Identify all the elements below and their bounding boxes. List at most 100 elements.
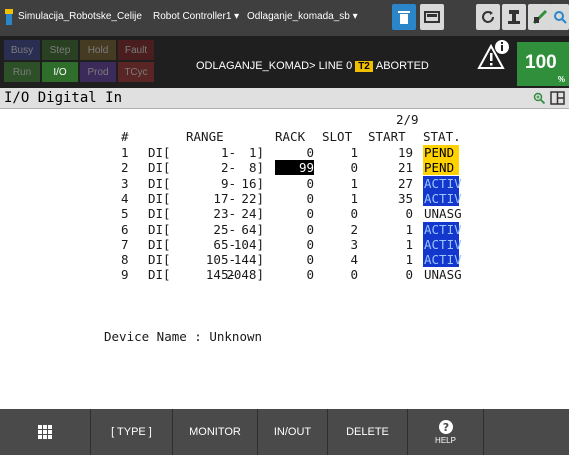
cell-rack[interactable]: 0 (275, 176, 314, 191)
cell-slot[interactable]: 0 (325, 160, 358, 175)
delete-program-button[interactable] (392, 4, 416, 30)
cell-range-to: 16] (241, 175, 264, 191)
cell-range-to: 104] (233, 236, 264, 252)
device-name: Device Name : Unknown (104, 329, 263, 344)
header-slot: SLOT (322, 129, 353, 144)
hold-indicator: Hold (80, 40, 116, 60)
function-key-bar: [ TYPE ] MONITOR IN/OUT DELETE ? HELP (0, 409, 569, 455)
cell-rack[interactable]: 0 (275, 267, 314, 282)
cell-slot[interactable]: 3 (325, 237, 358, 252)
cell-rack[interactable]: 0 (275, 191, 314, 206)
menu-button[interactable] (0, 409, 91, 455)
delete-button[interactable]: DELETE (328, 409, 408, 455)
cell-type: DI[ (148, 145, 171, 160)
cell-slot[interactable]: 0 (325, 267, 358, 282)
refresh-button[interactable] (476, 4, 500, 30)
cell-rack[interactable]: 0 (275, 145, 314, 160)
tcyc-indicator: TCyc (118, 62, 154, 82)
override-unit: % (557, 75, 565, 84)
cell-rack[interactable]: 0 (275, 237, 314, 252)
cell-slot[interactable]: 4 (325, 252, 358, 267)
cell-type: DI[ (148, 221, 171, 237)
cell-slot[interactable]: 1 (325, 145, 358, 160)
cell-rack-selected[interactable]: 99 (275, 160, 314, 176)
in-out-button[interactable]: IN/OUT (258, 409, 328, 455)
program-line-text: ODLAGANJE_KOMAD> LINE 0 (196, 60, 353, 72)
robot-button[interactable] (502, 4, 526, 30)
status-badge: PEND (423, 160, 459, 176)
status-badge: ACTIV (423, 221, 462, 237)
warning-info-icon[interactable] (476, 38, 510, 75)
header-rack: RACK (275, 129, 306, 144)
cell-type: DI[ (148, 175, 171, 191)
cell-num: 8 (121, 252, 129, 268)
cell-start[interactable]: 1 (368, 237, 413, 252)
chevron-down-icon: ▾ (352, 11, 358, 22)
cell-num: 1 (121, 145, 129, 160)
cell-range-to: 24] (241, 206, 264, 222)
status-badge: ACTIV (423, 236, 462, 252)
cell-rack[interactable]: 0 (275, 206, 314, 221)
title-bar: I/O Digital In (0, 88, 569, 109)
header-num: # (121, 129, 129, 144)
cell-type: DI[ (148, 252, 171, 268)
search-button[interactable] (550, 4, 569, 30)
cell-start[interactable]: 1 (368, 252, 413, 267)
status-badge: ACTIV (423, 252, 462, 268)
cell-num: 2 (121, 160, 129, 176)
cell-start[interactable]: 0 (368, 206, 413, 221)
empty-function-key[interactable] (484, 409, 569, 455)
help-label: HELP (435, 436, 456, 445)
cell-type: DI[ (148, 160, 171, 176)
speed-override[interactable]: 100 % (517, 42, 569, 86)
cell-slot[interactable]: 2 (325, 222, 358, 237)
cell-slot[interactable]: 0 (325, 206, 358, 221)
prod-indicator: Prod (80, 62, 116, 82)
refresh-icon (482, 11, 494, 23)
status-badge: UNASG (424, 267, 462, 283)
cell-num: 9 (121, 267, 129, 283)
step-indicator: Step (42, 40, 78, 60)
cell-type: DI[ (148, 206, 171, 222)
cell-start[interactable]: 21 (368, 160, 413, 175)
cell-num: 6 (121, 221, 129, 237)
cell-slot[interactable]: 1 (325, 191, 358, 206)
cell-start[interactable]: 0 (368, 267, 413, 282)
controller-selector[interactable]: Robot Controller1 ▾ (153, 11, 239, 22)
split-view-icon[interactable] (550, 91, 565, 110)
busy-indicator: Busy (4, 40, 40, 60)
program-selector[interactable]: Odlaganje_komada_sb ▾ (247, 11, 358, 22)
run-state: ABORTED (375, 60, 429, 72)
cell-type: DI[ (148, 190, 171, 206)
zoom-icon[interactable] (533, 92, 546, 110)
override-value: 100 (525, 52, 557, 73)
jog-icon (532, 9, 548, 25)
cell-start[interactable]: 19 (368, 145, 413, 160)
window-button[interactable] (420, 4, 444, 30)
cell-start[interactable]: 27 (368, 176, 413, 191)
io-table-screen: 2/9 # RANGE RACK SLOT START STAT. 1 DI[1-… (0, 109, 569, 409)
app-name[interactable]: Simulacija_Robotske_Celije (18, 11, 142, 22)
program-status-line: ODLAGANJE_KOMAD> LINE 0 T2 ABORTED (196, 60, 429, 72)
type-button[interactable]: [ TYPE ] (91, 409, 173, 455)
status-badge: PEND (423, 145, 459, 160)
cell-rack[interactable]: 0 (275, 222, 314, 237)
monitor-button[interactable]: MONITOR (173, 409, 258, 455)
help-button[interactable]: ? HELP (408, 409, 484, 455)
jog-button[interactable] (528, 4, 552, 30)
io-indicator: I/O (42, 62, 78, 82)
cell-start[interactable]: 35 (368, 191, 413, 206)
header-stat: STAT. (423, 129, 461, 144)
cell-range-to: 1] (248, 145, 264, 160)
cell-start[interactable]: 1 (368, 222, 413, 237)
cell-rack[interactable]: 0 (275, 252, 314, 267)
run-indicator: Run (4, 62, 40, 82)
grid-menu-icon (38, 425, 52, 439)
cell-num: 5 (121, 206, 129, 222)
status-badge: UNASG (424, 206, 462, 222)
cell-range-to: 144] (233, 252, 264, 268)
trash-icon (398, 11, 410, 24)
cell-slot[interactable]: 1 (325, 176, 358, 191)
page-indicator: 2/9 (396, 112, 419, 127)
controller-label: Robot Controller1 (153, 11, 232, 22)
